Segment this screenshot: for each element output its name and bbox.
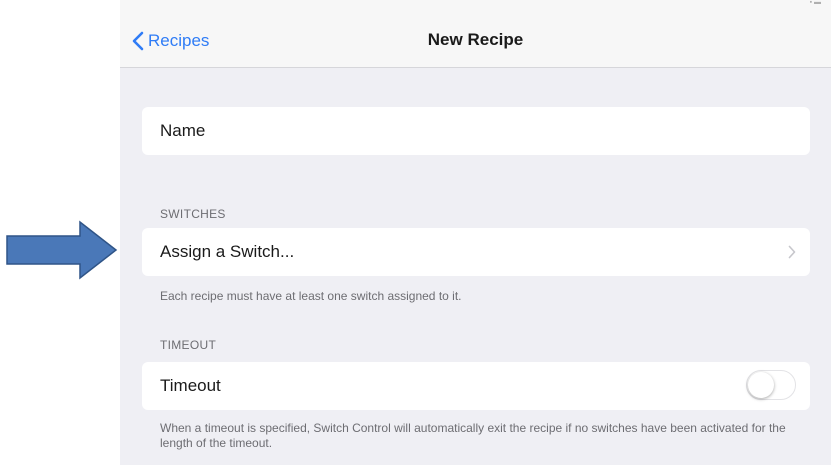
timeout-section-footer: When a timeout is specified, Switch Cont… [160,421,786,450]
page-title: New Recipe [427,30,524,49]
assign-switch-label: Assign a Switch... [160,242,295,261]
timeout-section-header: TIMEOUT [160,338,217,352]
switches-section-header: SWITCHES [160,207,226,221]
settings-screen: ▪ ▬ Recipes New Recipe Name SWITCHES Ass… [120,0,831,465]
assign-switch-row[interactable]: Assign a Switch... [142,228,810,276]
navigation-bar: ▪ ▬ Recipes New Recipe [120,0,831,68]
name-field-label: Name [160,121,206,140]
name-field[interactable]: Name [142,107,810,155]
timeout-label: Timeout [160,376,221,395]
chevron-right-icon [788,245,796,259]
timeout-row: Timeout [142,362,810,410]
status-bar-fragment: ▪ ▬ [809,0,821,6]
toggle-knob [748,372,774,398]
annotation-arrow [6,220,118,280]
timeout-toggle[interactable] [746,370,796,400]
switches-section-footer: Each recipe must have at least one switc… [160,289,462,303]
